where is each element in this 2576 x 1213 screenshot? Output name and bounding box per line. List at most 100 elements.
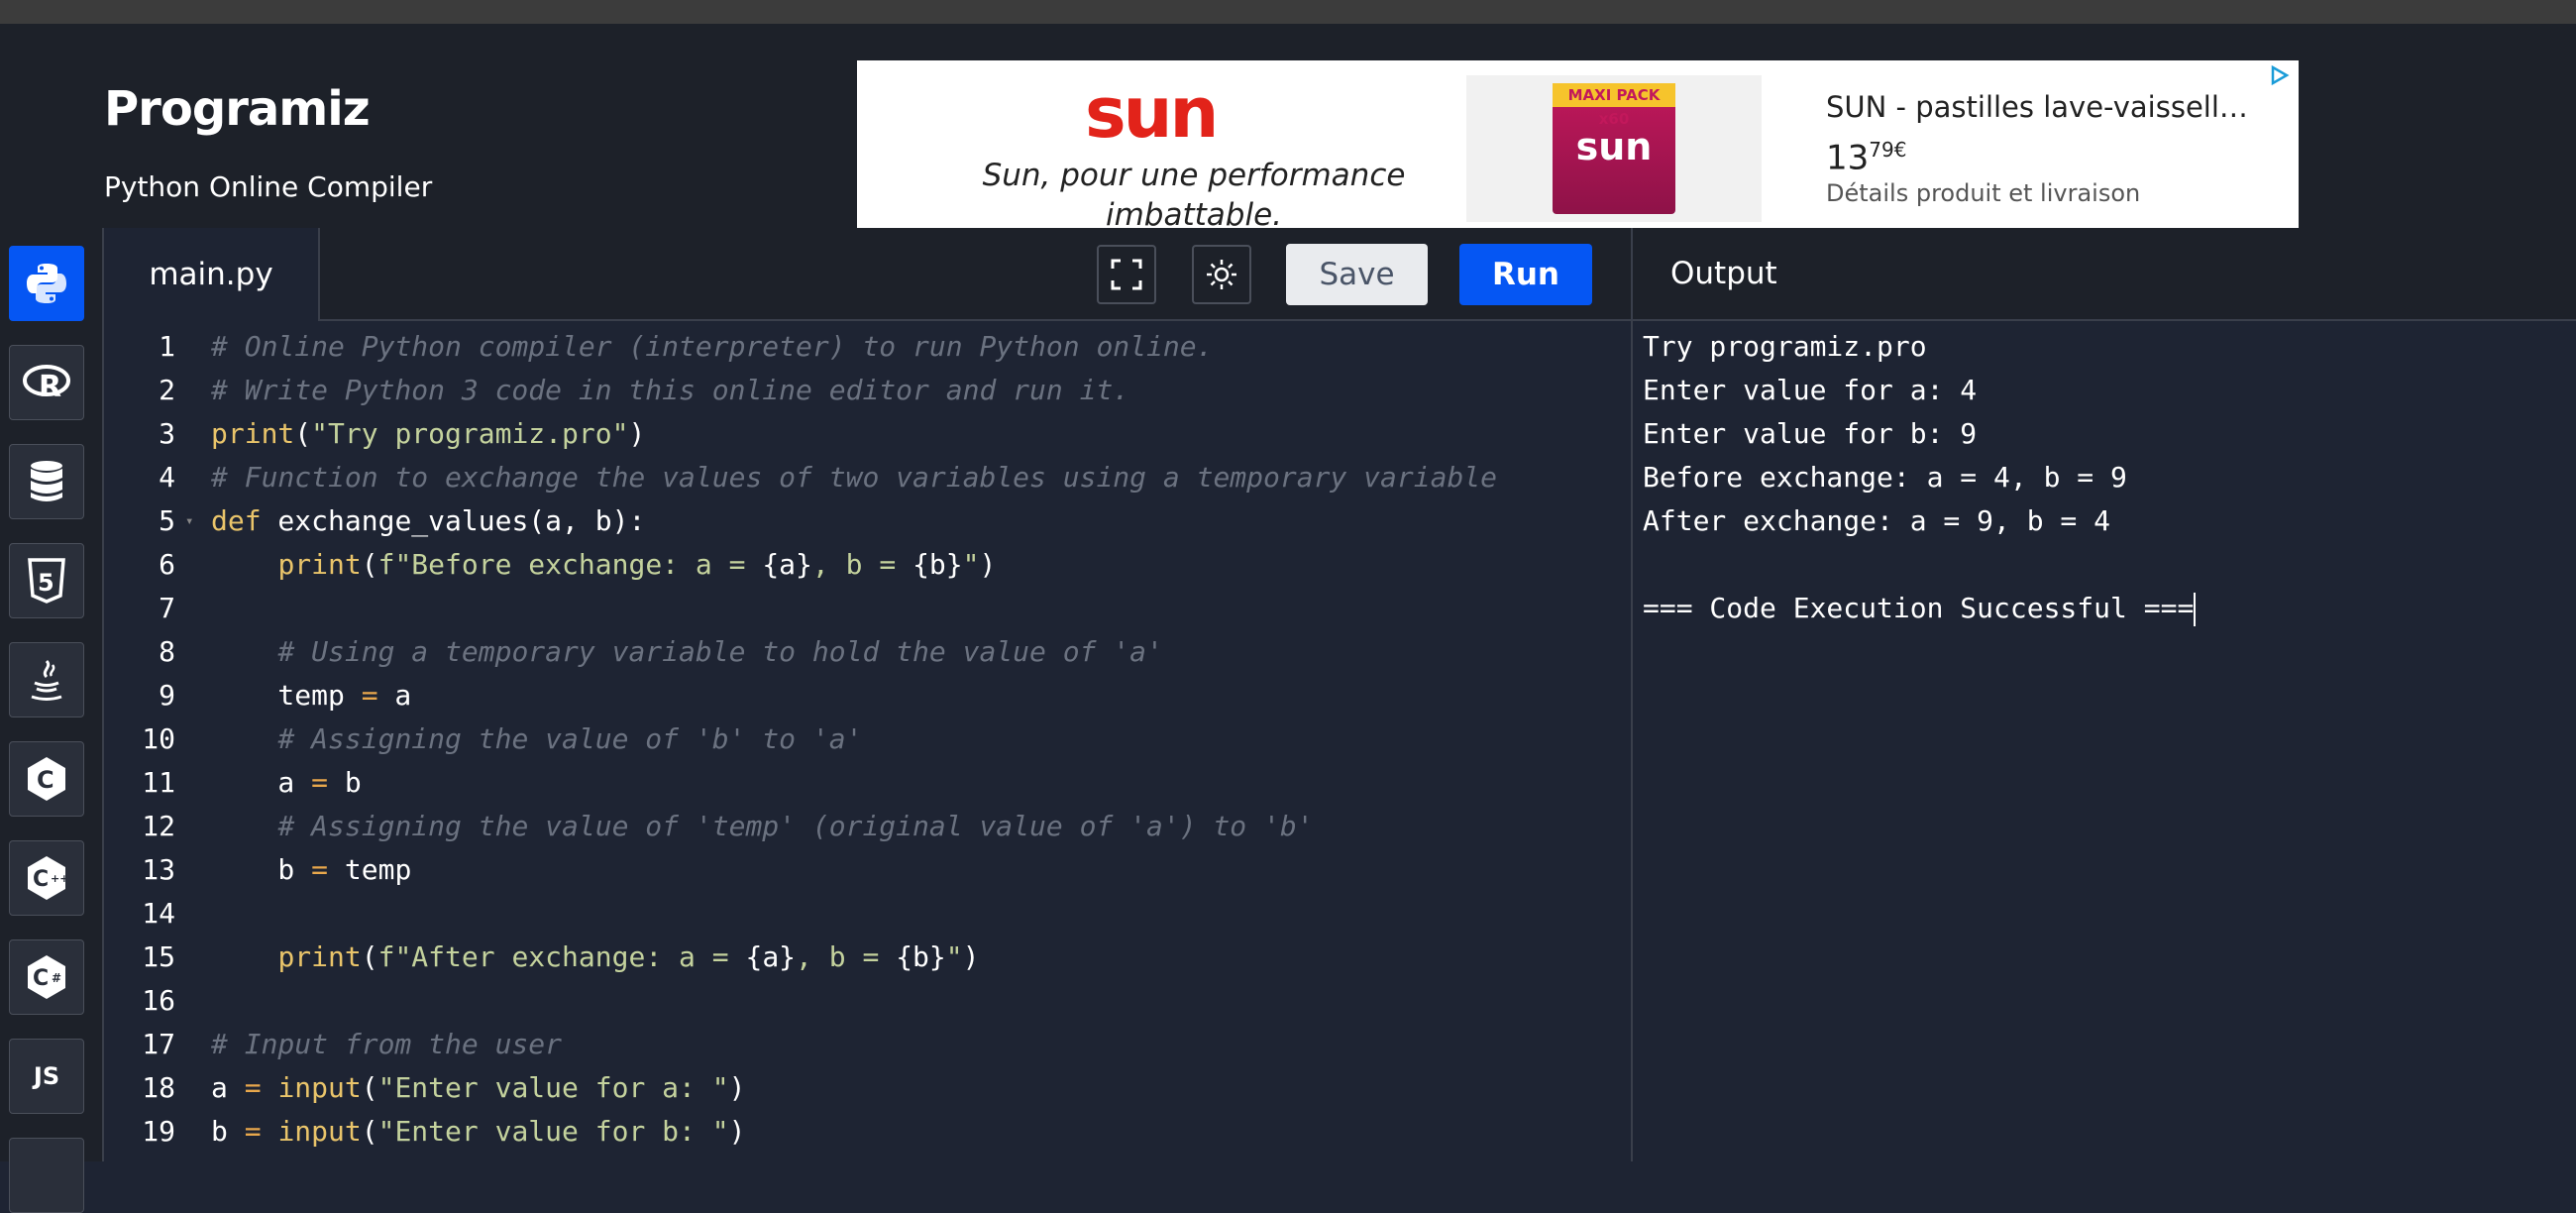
csharp-icon[interactable]: C # [9,939,84,1015]
line-number: 14 [142,897,175,930]
code-token: # Write Python 3 code in this online edi… [211,374,1130,406]
code-token: # Input from the user [211,1028,563,1060]
cpp-icon[interactable]: C ++ [9,840,84,916]
more-language-icon[interactable] [9,1138,84,1213]
advertisement-banner[interactable]: sun Sun, pour une performance imbattable… [857,60,2299,238]
code-token: "Enter value for a: " [377,1071,729,1104]
adchoices-icon[interactable] [2269,64,2291,91]
ad-product-image[interactable]: MAXI PACK x60 sun [1466,75,1762,222]
ad-brand-logo: sun [1085,72,1219,154]
code-token: ) [962,940,980,973]
line-number: 6 [159,548,175,581]
code-token: {b} [896,940,946,973]
database-icon[interactable] [9,444,84,519]
svg-text:#: # [52,971,61,985]
code-token: = [311,766,329,799]
code-token: f"Before exchange: a = [377,548,763,581]
code-line[interactable]: 3 print("Try programiz.pro") [104,412,1631,456]
price-cents: 79€ [1869,138,1907,162]
browser-top-strip [0,0,2576,24]
code-token: ) [979,548,997,581]
code-token: # Online Python compiler (interpreter) t… [211,330,1214,363]
code-line[interactable]: 7 [104,587,1631,630]
r-icon[interactable]: R [9,345,84,420]
line-number: 2 [159,374,175,406]
code-line[interactable]: 6 print(f"Before exchange: a = {a}, b = … [104,543,1631,587]
c-icon[interactable]: C [9,741,84,817]
ad-price: 1379€ [1826,138,1906,177]
code-text: # Assigning the value of 'b' to 'a' [211,717,862,761]
ad-product-title[interactable]: SUN - pastilles lave-vaisselle Tou... [1826,90,2262,124]
code-token: print [211,417,295,450]
ad-details-link[interactable]: Détails produit et livraison [1826,179,2140,207]
code-line[interactable]: 11 a = b [104,761,1631,805]
code-text: print("Try programiz.pro") [211,412,645,456]
html5-icon[interactable]: 5 [9,543,84,618]
code-line[interactable]: 12 # Assigning the value of 'temp' (orig… [104,805,1631,848]
code-line[interactable]: 2 # Write Python 3 code in this online ed… [104,369,1631,412]
code-line[interactable]: 13 b = temp [104,848,1631,892]
code-line[interactable]: 17 # Input from the user [104,1023,1631,1066]
code-token: b [211,853,312,886]
code-token: " [962,548,980,581]
code-token: = [244,1071,262,1104]
code-token: input [277,1115,362,1148]
code-line[interactable]: 8 # Using a temporary variable to hold t… [104,630,1631,674]
code-token: temp [328,853,412,886]
code-line[interactable]: 10 # Assigning the value of 'b' to 'a' [104,717,1631,761]
fold-arrow-icon[interactable]: ▾ [185,499,193,543]
code-line[interactable]: 1 # Online Python compiler (interpreter) … [104,325,1631,369]
code-token: def [211,504,262,537]
pack-brand: sun [1575,125,1653,168]
code-line[interactable]: 16 [104,979,1631,1023]
line-number: 5 [159,504,175,537]
run-button[interactable]: Run [1459,244,1592,305]
output-line: Before exchange: a = 4, b = 9 [1643,456,2127,499]
code-token: ( [294,417,312,450]
code-token: exchange_values(a, b): [261,504,646,537]
code-line[interactable]: 5 ▾ def exchange_values(a, b): [104,499,1631,543]
python-icon[interactable] [9,246,84,321]
theme-toggle-sun-icon[interactable] [1192,245,1251,304]
code-text: # Write Python 3 code in this online edi… [211,369,1129,412]
line-number: 19 [142,1115,175,1148]
js-icon[interactable]: JS [9,1039,84,1114]
code-text: # Online Python compiler (interpreter) t… [211,325,1213,369]
code-token: # Assigning the value of 'b' to 'a' [277,722,863,755]
code-token: print [277,548,362,581]
code-token: , b = [796,940,897,973]
code-line[interactable]: 4 # Function to exchange the values of tw… [104,456,1631,499]
java-icon[interactable] [9,642,84,717]
save-button[interactable]: Save [1286,244,1428,305]
code-line[interactable]: 18 a = input("Enter value for a: ") [104,1066,1631,1110]
fullscreen-icon[interactable] [1097,245,1156,304]
price-main: 13 [1826,138,1870,178]
product-pack: MAXI PACK x60 sun [1553,83,1675,214]
code-token: = [361,679,378,712]
file-tab-main-py[interactable]: main.py [104,228,320,321]
code-editor[interactable]: 1 # Online Python compiler (interpreter) … [104,321,1631,1161]
code-line[interactable]: 15 print(f"After exchange: a = {a}, b = … [104,936,1631,979]
code-token: = [311,853,329,886]
output-panel[interactable]: Try programiz.pro Enter value for a: 4 Ent… [1631,321,2576,1161]
editor-toolbar: main.py Save Run [104,228,1631,321]
svg-text:C: C [37,766,54,794]
code-text: print(f"After exchange: a = {a}, b = {b}… [211,936,980,979]
code-text: a = b [211,761,361,805]
line-number: 3 [159,417,175,450]
code-line[interactable]: 14 [104,892,1631,936]
code-token: a [377,679,412,712]
code-line[interactable]: 19 b = input("Enter value for b: ") [104,1110,1631,1154]
programiz-logo[interactable]: Programiz [104,81,371,137]
code-token: ) [728,1115,746,1148]
page-subtitle: Python Online Compiler [104,170,433,203]
code-line[interactable]: 9 temp = a [104,674,1631,717]
code-token: # Using a temporary variable to hold the… [277,635,1163,668]
code-token: f"After exchange: a = [377,940,746,973]
code-text: b = temp [211,848,411,892]
line-number: 9 [159,679,175,712]
